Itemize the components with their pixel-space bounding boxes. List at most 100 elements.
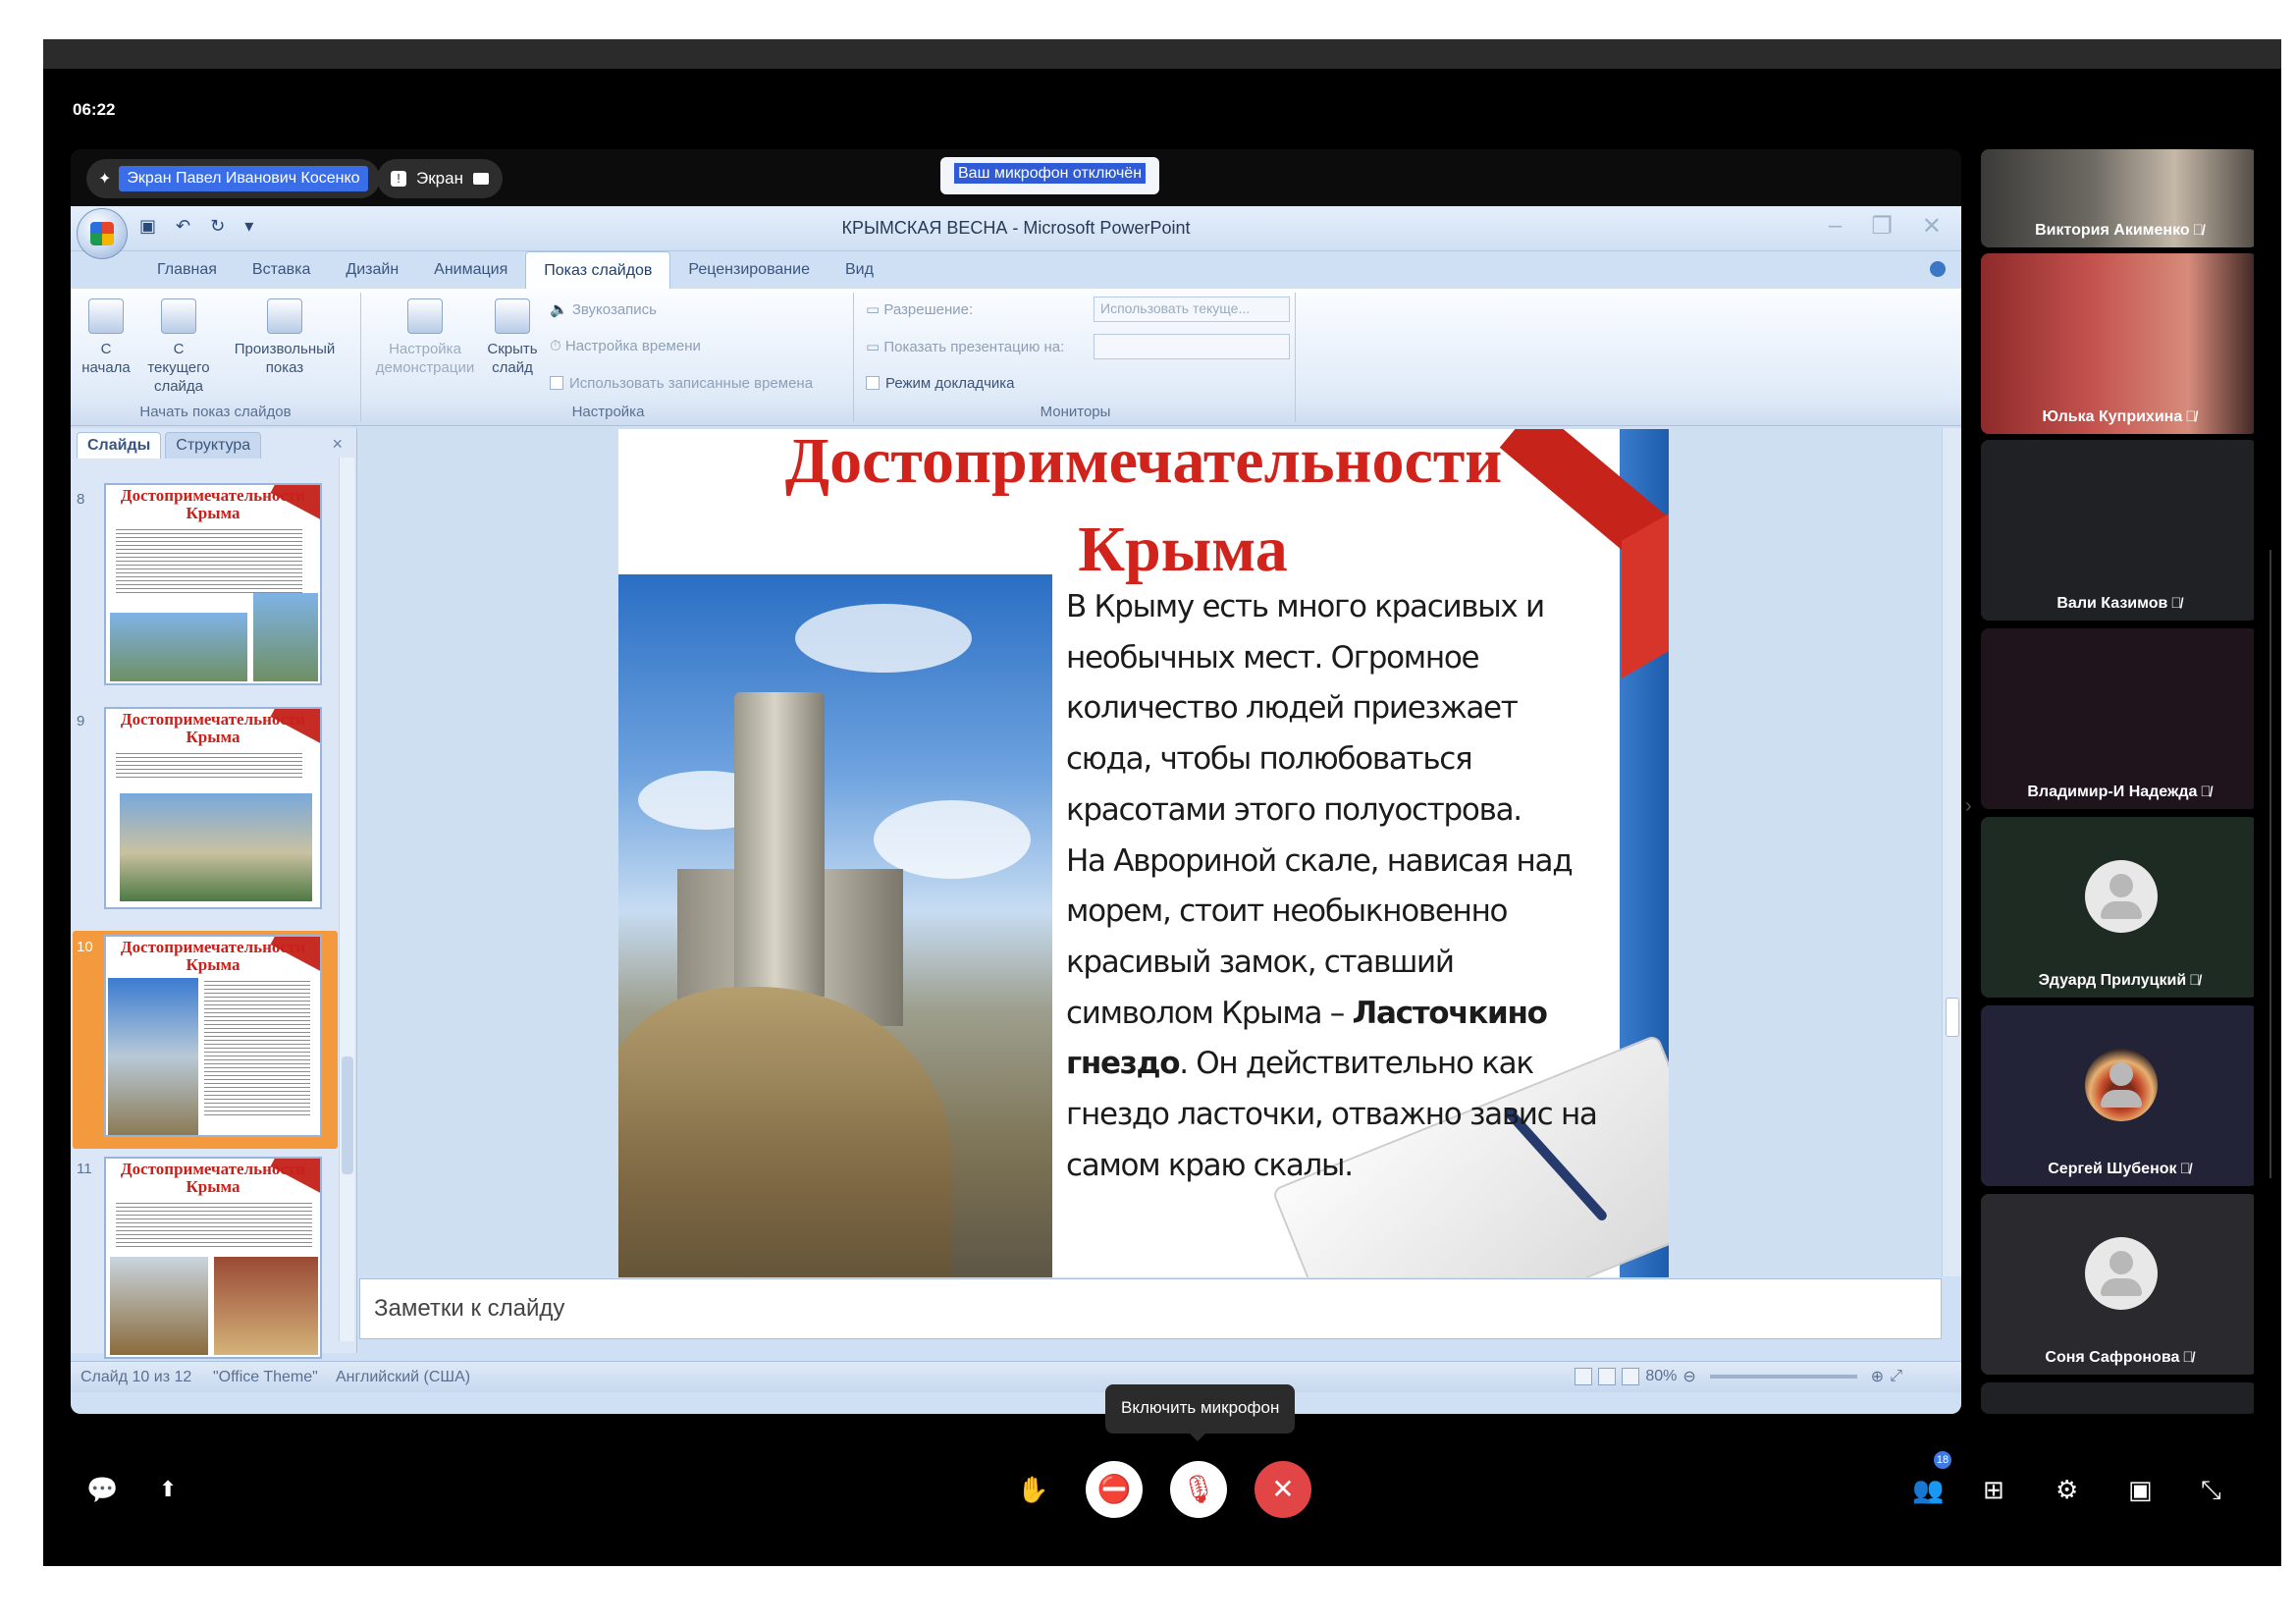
camera-icon[interactable] (472, 173, 489, 185)
resolution-select[interactable]: Использовать текуще... (1094, 297, 1290, 322)
participant-tile[interactable] (1981, 1382, 2254, 1414)
thumb-image (108, 978, 198, 1135)
screen-pill[interactable]: ! Экран (377, 159, 503, 198)
participants-icon[interactable]: 👥 (1912, 1475, 1944, 1504)
rehearse-timings-button[interactable]: ⏱ Настройка времени (550, 338, 701, 354)
presenter-pill[interactable]: ✦ Экран Павел Иванович Косенко (86, 159, 380, 198)
tab-animation[interactable]: Анимация (416, 251, 525, 289)
participant-tile[interactable]: Юлька Куприхина 🎙̸ (1981, 253, 2254, 434)
sorter-view-icon[interactable] (1598, 1368, 1617, 1385)
thumb-image (120, 793, 312, 901)
cliff-rock (618, 987, 952, 1277)
help-icon[interactable] (1930, 261, 1946, 277)
mic-toggle-button[interactable]: 🎙 (1170, 1461, 1227, 1518)
notes-placeholder: Заметки к слайду (374, 1295, 565, 1322)
share-screen-icon[interactable]: ⬆ (159, 1475, 177, 1504)
settings-gear-icon[interactable]: ⚙ (2056, 1475, 2078, 1504)
participant-name: Соня Сафронова 🎙̸ (1981, 1349, 2254, 1367)
raise-hand-icon[interactable]: ✋ (1017, 1475, 1048, 1504)
use-timings-label: Использовать записанные времена (569, 375, 814, 392)
participant-tile[interactable]: Соня Сафронова 🎙̸ (1981, 1194, 2254, 1375)
tab-home[interactable]: Главная (139, 251, 235, 289)
normal-view-icon[interactable] (1575, 1368, 1593, 1385)
zoom-level[interactable]: 80% (1645, 1368, 1677, 1385)
pin-icon[interactable]: ✦ (98, 169, 111, 189)
participant-tile[interactable]: Владимир-И Надежда 🎙̸ (1981, 628, 2254, 809)
timer-icon: ⏱ (550, 338, 565, 354)
tab-design[interactable]: Дизайн (328, 251, 416, 289)
fullscreen-exit-icon[interactable]: ⤡ (2201, 1475, 2221, 1504)
participant-tile[interactable]: Сергей Шубенок 🎙̸ (1981, 1005, 2254, 1186)
screen-share[interactable]: ✦ Экран Павел Иванович Косенко ! Экран В… (71, 149, 1961, 1414)
checkbox-icon (866, 376, 880, 390)
slide-counter: Слайд 10 из 12 (80, 1369, 192, 1385)
castle-tower (734, 692, 825, 997)
office-button[interactable] (77, 208, 128, 259)
from-start-button[interactable]: С начала (79, 298, 133, 377)
tab-outline[interactable]: Структура (165, 432, 262, 459)
slide-thumbnail[interactable]: Достопримечательности Крыма (104, 483, 322, 685)
tab-insert[interactable]: Вставка (235, 251, 328, 289)
use-timings-checkbox[interactable]: Использовать записанные времена (550, 375, 813, 392)
restore-icon[interactable]: ❐ (1871, 212, 1893, 241)
thumb-title: Достопримечательности Крыма (120, 710, 306, 746)
hangup-button[interactable]: ✕ (1255, 1461, 1311, 1518)
participant-tile[interactable]: Вали Казимов 🎙̸ (1981, 440, 2254, 621)
fit-window-icon[interactable]: ⤢ (1890, 1368, 1902, 1385)
participant-tile[interactable]: Виктория Акименко 🎙̸ (1981, 149, 2254, 247)
tab-slides[interactable]: Слайды (77, 432, 162, 459)
photo-cloud (874, 800, 1031, 879)
thumb-text-lines (116, 526, 302, 595)
show-on-select[interactable] (1094, 334, 1290, 359)
setup-show-button[interactable]: Настройка демонстрации (371, 298, 479, 377)
slide-thumbnail[interactable]: Достопримечательности Крыма (104, 1157, 322, 1359)
group-monitors: ▭ Разрешение: Использовать текуще... ▭ П… (856, 293, 1296, 422)
view-zoom-controls: 80% ⊖ ⊕ ⤢ (1575, 1367, 1902, 1386)
canvas-scrollbar[interactable] (1942, 428, 1961, 1276)
record-narration-button[interactable]: 🔈 Звукозапись (550, 300, 657, 318)
chat-icon[interactable]: 💬 (86, 1475, 118, 1504)
language-status[interactable]: Английский (США) (336, 1369, 470, 1386)
current-slide[interactable]: Достопримечательности Крыма В Крыму есть… (618, 429, 1669, 1277)
slide-thumbnail-current[interactable]: Достопримечательности Крыма (104, 935, 322, 1137)
zoom-slider[interactable] (1709, 1375, 1857, 1379)
close-icon[interactable]: ✕ (1922, 212, 1942, 241)
grid-view-icon[interactable]: ⊞ (1983, 1475, 2004, 1504)
from-current-label: С текущего слайда (147, 341, 210, 395)
layout-icon[interactable]: ▣ (2128, 1475, 2153, 1504)
minimize-icon[interactable]: – (1829, 212, 1842, 241)
participants-panel: Виктория Акименко 🎙̸ Юлька Куприхина 🎙̸ Ва… (1969, 149, 2254, 1414)
slide-number: 11 (77, 1161, 92, 1177)
participant-name: Юлька Куприхина 🎙̸ (1981, 408, 2254, 426)
zoom-out-icon[interactable]: ⊖ (1682, 1367, 1695, 1386)
scroll-thumb[interactable] (1946, 998, 1959, 1037)
screen-icon: ! (391, 171, 406, 187)
tab-review[interactable]: Рецензирование (670, 251, 828, 289)
ribbon: С начала С текущего слайда Произвольный … (71, 289, 1961, 426)
from-current-button[interactable]: С текущего слайда (141, 298, 216, 396)
panel-close-icon[interactable]: × (332, 434, 343, 455)
slideshow-view-icon[interactable] (1622, 1368, 1640, 1385)
thumb-image (110, 1257, 208, 1355)
group-label-monitors: Мониторы (1040, 404, 1111, 420)
scroll-thumb[interactable] (342, 1056, 353, 1174)
hide-slide-button[interactable]: Скрыть слайд (481, 298, 544, 377)
camera-toggle-button[interactable]: ⛔ (1086, 1461, 1143, 1518)
ribbon-tabs: Главная Вставка Дизайн Анимация Показ сл… (139, 251, 891, 289)
participant-tile[interactable]: Эдуард Прилуцкий 🎙̸ (1981, 817, 2254, 998)
avatar-placeholder-icon (2085, 860, 2158, 933)
thumb-text-lines (204, 978, 310, 1115)
notes-pane[interactable]: Заметки к слайду (359, 1278, 1942, 1339)
custom-show-button[interactable]: Произвольный показ (224, 298, 346, 377)
panel-scrollbar[interactable] (339, 458, 354, 1341)
participant-name-text: Сергей Шубенок (2048, 1161, 2177, 1177)
tab-view[interactable]: Вид (828, 251, 891, 289)
presenter-view-checkbox[interactable]: Режим докладчика (866, 375, 1015, 392)
tab-slideshow[interactable]: Показ слайдов (525, 251, 671, 289)
group-setup: Настройка демонстрации Скрыть слайд 🔈 Зв… (363, 293, 854, 422)
participant-name: Эдуард Прилуцкий 🎙̸ (1981, 972, 2254, 990)
slide-thumbnail[interactable]: Достопримечательности Крыма (104, 707, 322, 909)
zoom-in-icon[interactable]: ⊕ (1871, 1367, 1884, 1386)
avatar-placeholder-icon (2085, 1237, 2158, 1310)
participant-name: Виктория Акименко 🎙̸ (1981, 222, 2254, 240)
